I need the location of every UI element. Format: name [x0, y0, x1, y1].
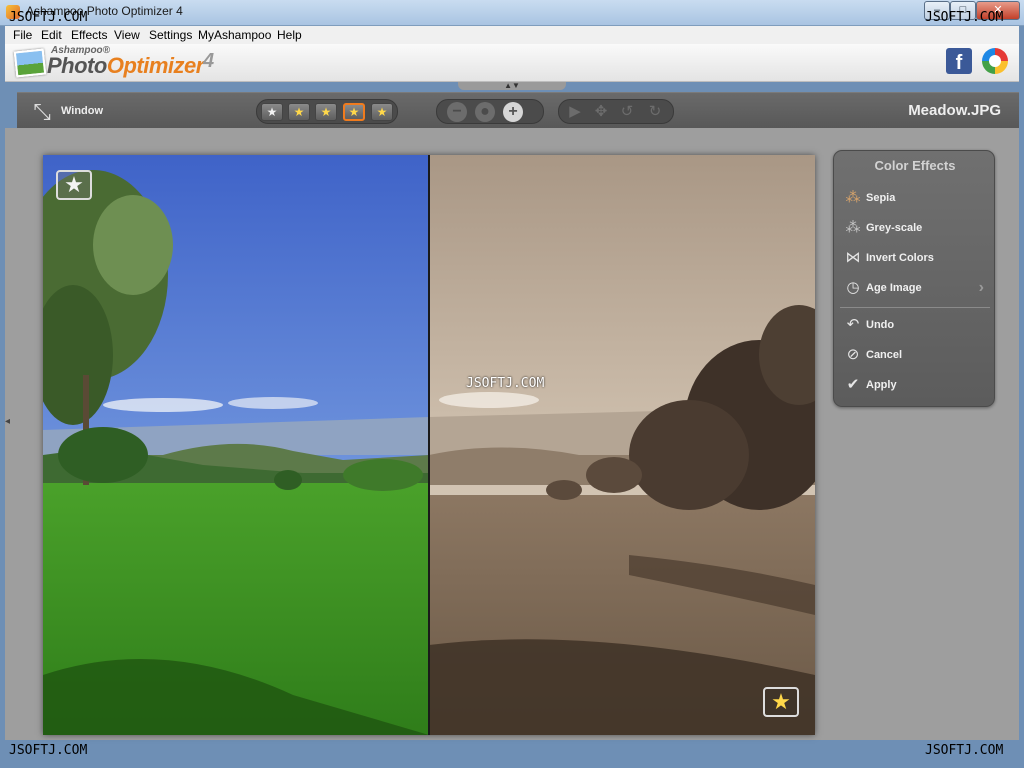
rating-badge-right[interactable]: ★ — [763, 687, 799, 717]
menu-myashampoo[interactable]: MyAshampoo — [198, 28, 271, 42]
menu-file[interactable]: File — [13, 28, 32, 42]
undo-icon: ↶ — [846, 316, 860, 333]
rotate-left-icon[interactable]: ↺ — [617, 103, 637, 121]
move-icon[interactable]: ✥ — [591, 103, 611, 121]
cancel-label: Cancel — [866, 349, 903, 361]
filename-label: Meadow.JPG — [908, 102, 1001, 119]
collapse-toolbar-handle[interactable]: ▲▼ — [458, 82, 566, 90]
left-panel-handle[interactable]: ◂ — [5, 410, 14, 434]
apply-button[interactable]: ✔ Apply — [842, 374, 988, 398]
sepia-dots-icon: ⁂ — [845, 189, 861, 206]
watermark-center: JSOFTJ.COM — [466, 376, 545, 391]
apply-label: Apply — [866, 379, 897, 391]
photo-original — [43, 155, 429, 735]
menu-edit[interactable]: Edit — [41, 28, 62, 42]
effect-greyscale[interactable]: ⁂ Grey-scale — [842, 217, 988, 241]
zoom-group: − ● + — [436, 99, 544, 124]
rating-group: ★ ★ ★ ★ ★ — [256, 99, 398, 124]
effect-age-label: Age Image — [866, 282, 922, 294]
zoom-fit-button[interactable]: ● — [475, 102, 495, 122]
logo-photo-text: Photo — [47, 53, 107, 78]
undo-label: Undo — [866, 319, 895, 331]
zoom-out-button[interactable]: − — [447, 102, 467, 122]
effect-sepia-label: Sepia — [866, 192, 896, 204]
watermark-top-right: JSOFTJ.COM — [925, 10, 1004, 25]
clock-icon: ◷ — [846, 279, 860, 296]
brand-bar: Ashampoo® PhotoOptimizer 4 f — [5, 44, 1019, 82]
nav-group: ▶ ✥ ↺ ↻ — [558, 99, 674, 124]
menu-effects[interactable]: Effects — [71, 28, 107, 42]
menu-bar: File Edit Effects View Settings MyAshamp… — [5, 26, 1019, 44]
logo-product-name: PhotoOptimizer — [47, 53, 204, 79]
menu-help[interactable]: Help — [277, 28, 302, 42]
meadow-color-image — [43, 155, 429, 735]
panel-divider — [840, 307, 990, 308]
rating-4-button[interactable]: ★ — [343, 103, 365, 121]
effect-sepia[interactable]: ⁂ Sepia — [842, 187, 988, 211]
chevron-right-icon: › — [978, 279, 984, 296]
watermark-bottom-right: JSOFTJ.COM — [925, 743, 1004, 758]
photo-sepia-preview — [429, 155, 815, 735]
menu-settings[interactable]: Settings — [149, 28, 192, 42]
picasa-icon[interactable] — [982, 48, 1008, 74]
rotate-right-icon[interactable]: ↻ — [645, 103, 665, 121]
effect-invert-colors[interactable]: ⋈ Invert Colors — [842, 247, 988, 271]
logo-photo-icon — [13, 48, 47, 78]
greyscale-dots-icon: ⁂ — [845, 219, 861, 236]
rating-2-button[interactable]: ★ — [288, 103, 310, 121]
photo-comparison[interactable]: ★ ★ — [43, 155, 815, 735]
comparison-divider[interactable] — [428, 155, 430, 735]
undo-button[interactable]: ↶ Undo — [842, 314, 988, 338]
color-effects-panel: Color Effects ⁂ Sepia ⁂ Grey-scale ⋈ Inv… — [833, 150, 995, 407]
butterfly-icon: ⋈ — [845, 249, 861, 266]
play-icon[interactable]: ▶ — [565, 103, 585, 121]
watermark-top-left: JSOFTJ.COM — [9, 10, 88, 25]
rating-badge-left[interactable]: ★ — [56, 170, 92, 200]
effect-invert-label: Invert Colors — [866, 252, 934, 264]
menu-view[interactable]: View — [114, 28, 140, 42]
watermark-bottom-left: JSOFTJ.COM — [9, 743, 88, 758]
checkmark-icon: ✔ — [846, 376, 860, 393]
effect-greyscale-label: Grey-scale — [866, 222, 923, 234]
zoom-in-button[interactable]: + — [503, 102, 523, 122]
window-mode-label[interactable]: Window — [61, 105, 103, 117]
effect-age-image[interactable]: ◷ Age Image › — [842, 277, 988, 301]
logo-version: 4 — [203, 50, 215, 72]
rating-3-button[interactable]: ★ — [315, 103, 337, 121]
logo-optimizer-text: Optimizer — [106, 53, 204, 78]
toolbar: ⤡ Window ★ ★ ★ ★ ★ − ● + ▶ ✥ ↺ ↻ Meadow.… — [17, 92, 1019, 128]
cancel-icon: ⊘ — [846, 346, 860, 363]
facebook-icon[interactable]: f — [946, 48, 972, 74]
meadow-sepia-image — [429, 155, 815, 735]
rating-5-button[interactable]: ★ — [371, 103, 393, 121]
window-mode-icon[interactable]: ⤡ — [29, 99, 55, 125]
cancel-button[interactable]: ⊘ Cancel — [842, 344, 988, 368]
panel-title: Color Effects — [874, 158, 956, 173]
rating-1-button[interactable]: ★ — [261, 103, 283, 121]
title-bar: Ashampoo Photo Optimizer 4 – □ ✕ — [0, 0, 1024, 26]
